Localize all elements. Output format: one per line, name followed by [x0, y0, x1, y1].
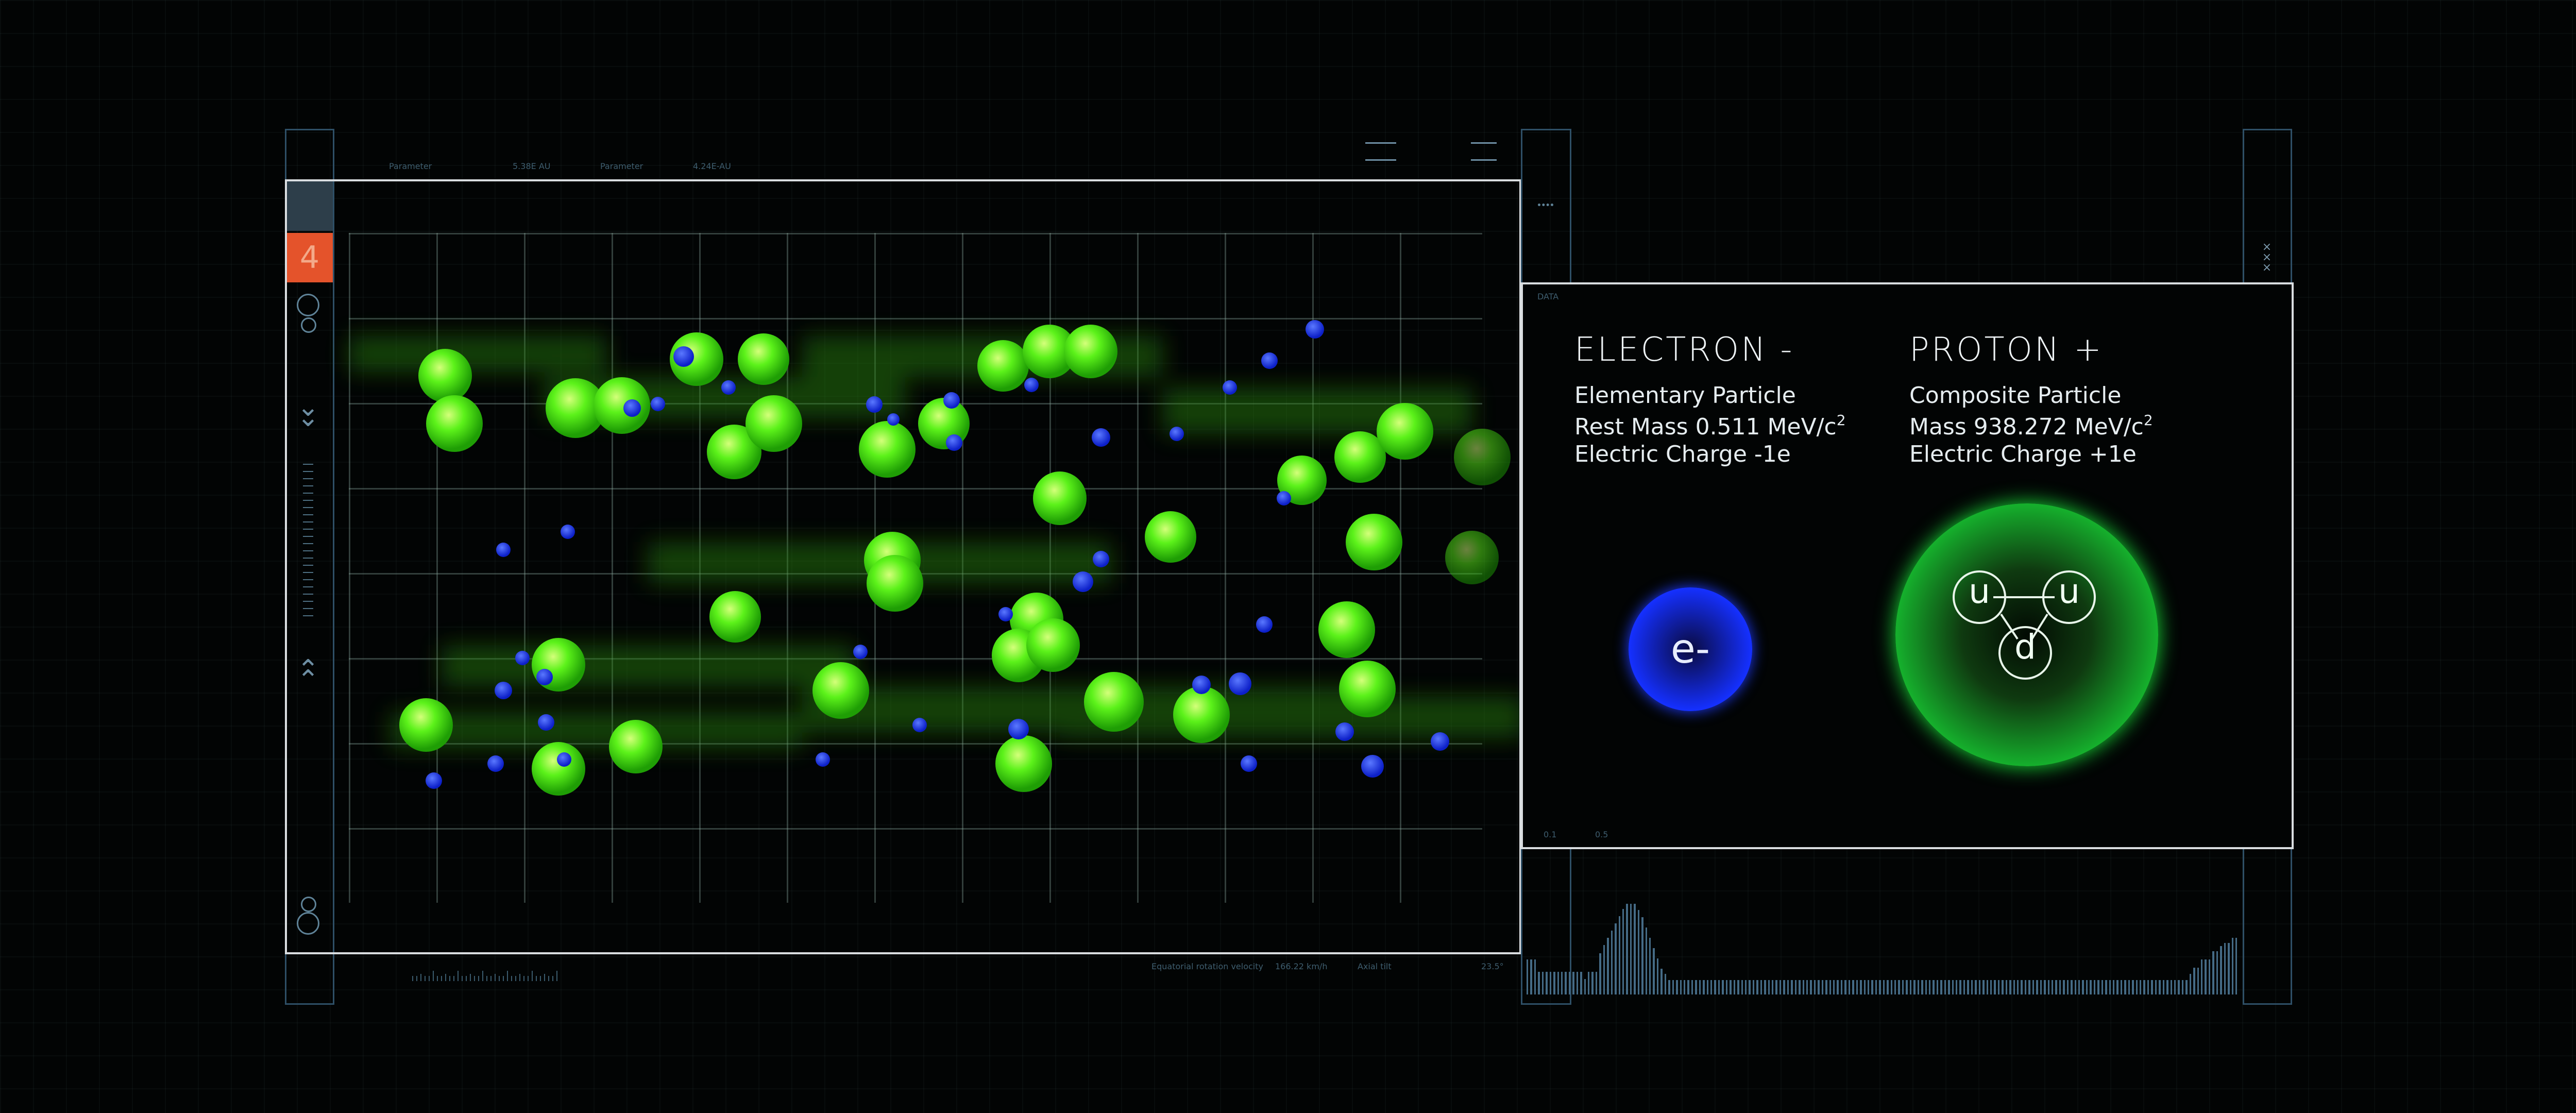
electron-mass: Rest Mass 0.511 MeV/c2	[1574, 412, 1846, 440]
scale-label: 0.5	[1595, 830, 1608, 839]
proton-title: PROTON +	[1909, 331, 2104, 369]
quark-up-label: u	[1969, 571, 1990, 611]
section-label: DATA	[1537, 292, 1559, 301]
footer-readout: Equatorial rotation velocity	[1151, 962, 1263, 971]
header-readout: 5.38E AU	[513, 161, 551, 171]
electron-symbol: e-	[1670, 626, 1710, 672]
electron-charge: Electric Charge -1e	[1574, 441, 1791, 467]
electron-title: ELECTRON -	[1574, 331, 1794, 369]
footer-readout: 23.5°	[1481, 962, 1504, 971]
menu-icon[interactable]	[1471, 142, 1497, 161]
proton-type: Composite Particle	[1909, 382, 2122, 409]
scale-label: 0.1	[1544, 830, 1557, 839]
horizontal-ruler[interactable]	[412, 969, 567, 981]
quark-down-label: d	[2014, 627, 2036, 667]
footer-readout: Axial tilt	[1358, 962, 1392, 971]
quark-up-label: u	[2058, 571, 2080, 611]
close-icon[interactable]: × × ×	[2257, 242, 2277, 274]
header-readout: Parameter	[600, 161, 643, 171]
footer-readout: 166.22 km/h	[1275, 962, 1328, 971]
header-readout: 4.24E-AU	[693, 161, 731, 171]
electron-type: Elementary Particle	[1574, 382, 1796, 409]
dots-icon[interactable]	[1538, 204, 1553, 208]
particle-field	[349, 320, 1519, 796]
header-readout: Parameter	[389, 161, 432, 171]
menu-icon[interactable]	[1365, 142, 1396, 161]
energy-histogram	[1527, 902, 2238, 994]
proton-mass: Mass 938.272 MeV/c2	[1909, 412, 2153, 440]
proton-charge: Electric Charge +1e	[1909, 441, 2137, 467]
particle-info-panel: DATA ELECTRON - Elementary Particle Rest…	[1521, 282, 2294, 849]
simulation-viewport[interactable]	[285, 179, 1521, 954]
